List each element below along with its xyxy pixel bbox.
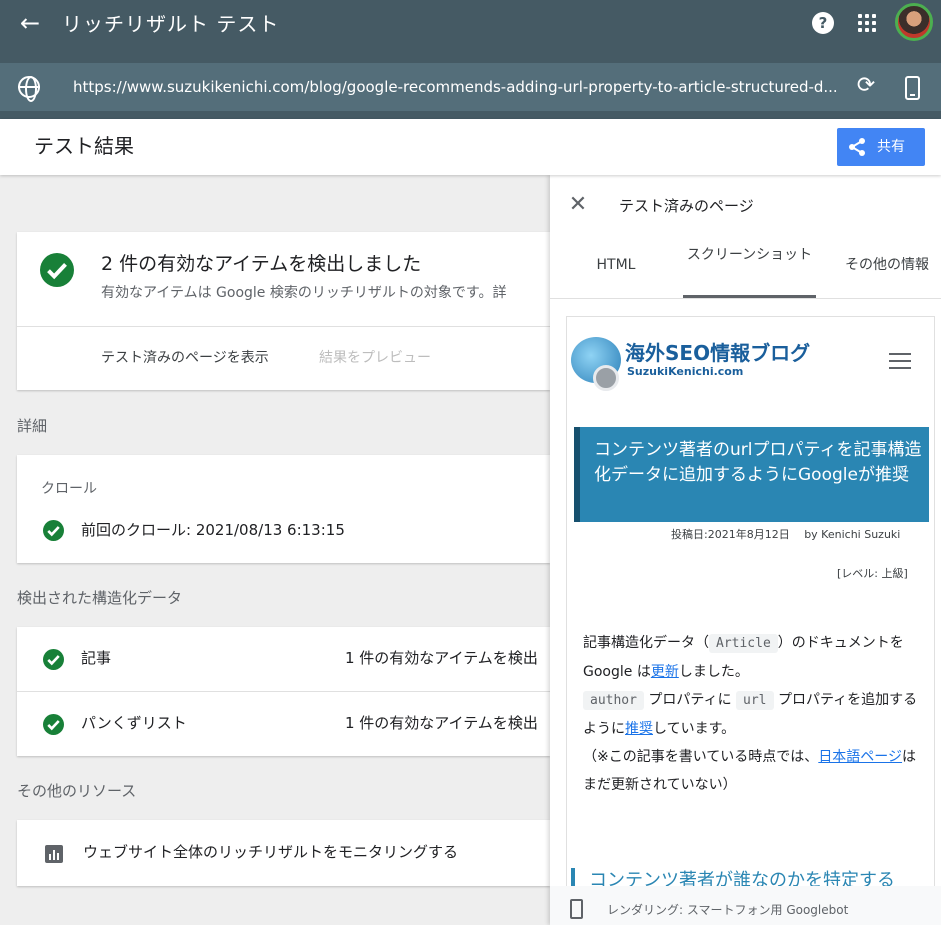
code-article: Article [709,634,778,653]
check-circle-icon [43,714,64,735]
structured-type-name: 記事 [81,649,112,667]
preview-results-button[interactable]: 結果をプレビュー [319,347,431,369]
link-recommend: 推奨 [625,721,653,737]
check-circle-icon [40,253,74,287]
smartphone-icon[interactable] [905,76,920,100]
tab-other-info[interactable]: その他の情報 [833,255,941,275]
article-body: 記事構造化データ（ Article ）のドキュメントを Google は更新しました… [583,634,918,793]
other-resources-label: その他のリソース [17,782,137,800]
results-header: テスト結果 共有 [0,119,941,175]
crawl-heading: クロール [41,481,97,497]
rendering-text: レンダリング: スマートフォン用 Googlebot [607,903,849,917]
rendering-info: レンダリング: スマートフォン用 Googlebot [550,886,941,925]
link-japanese-page: 日本語ページ [818,749,903,765]
panel-title: テスト済みのページ [619,197,754,215]
tested-url[interactable]: https://www.suzukikenichi.com/blog/googl… [73,77,843,97]
divider [17,326,550,327]
site-logo-title: 海外SEO情報ブログ [625,341,811,365]
summary-card: 2 件の有効なアイテムを検出しました 有効なアイテムは Google 検索のリッ… [17,232,550,390]
monitor-text: ウェブサイト全体のリッチリザルトをモニタリングする [83,843,459,861]
share-label: 共有 [877,139,905,155]
app-title: リッチリザルト テスト [62,12,280,36]
view-tested-page-button[interactable]: テスト済みのページを表示 [101,347,269,369]
monitor-rich-results-link[interactable]: ウェブサイト全体のリッチリザルトをモニタリングする [17,820,550,886]
tested-page-panel: ✕ テスト済みのページ HTML スクリーンショット その他の情報 海外SEO情… [550,175,941,925]
bar-chart-icon [45,845,63,863]
link-update: 更新 [650,664,679,680]
article-headline-banner: コンテンツ著者のurlプロパティを記事構造化データに追加するようにGoogleが… [574,427,929,522]
crawl-card: クロール 前回のクロール: 2021/08/13 6:13:15 [17,455,550,563]
tab-html[interactable]: HTML [568,255,664,275]
code-author: author [583,691,644,710]
check-circle-icon [43,520,64,541]
article-subheading: コンテンツ著者が誰なのかを特定する [571,868,934,886]
hamburger-menu-icon [889,353,911,369]
avatar[interactable] [895,3,933,41]
back-arrow-icon[interactable]: ← [17,10,43,36]
divider [550,298,941,299]
close-icon[interactable]: ✕ [568,194,588,216]
apps-grid-icon[interactable] [858,14,876,32]
last-crawl-text: 前回のクロール: 2021/08/13 6:13:15 [81,521,345,539]
structured-data-card: 記事 1 件の有効なアイテムを検出 パンくずリスト 1 件の有効なアイテムを検出 [17,627,550,756]
share-button[interactable]: 共有 [837,128,925,166]
help-icon[interactable]: ? [812,12,834,34]
page-screenshot[interactable]: 海外SEO情報ブログ SuzukiKenichi.com コンテンツ著者のurl… [566,316,935,887]
refresh-icon[interactable]: ⟳ [855,75,877,97]
site-logo-globe-icon [571,337,621,391]
url-bar: https://www.suzukikenichi.com/blog/googl… [0,63,941,111]
page-title: テスト結果 [34,134,134,158]
summary-title: 2 件の有効なアイテムを検出しました [101,253,422,275]
share-icon [849,138,865,156]
structured-data-label: 検出された構造化データ [17,589,183,607]
code-url: url [736,691,774,710]
structured-type-status: 1 件の有効なアイテムを検出 [345,649,538,667]
article-headline: コンテンツ著者のurlプロパティを記事構造化データに追加するようにGoogleが… [594,440,922,485]
tab-screenshot[interactable]: スクリーンショット [683,245,816,265]
smartphone-icon [570,899,583,919]
structured-row-article[interactable]: 記事 1 件の有効なアイテムを検出 [17,627,550,691]
summary-subtitle: 有効なアイテムは Google 検索のリッチリザルトの対象です。詳 [101,285,507,301]
structured-type-name: パンくずリスト [81,714,187,732]
check-circle-icon [43,649,64,670]
details-label: 詳細 [17,417,48,435]
globe-icon [18,76,40,102]
post-date: 投稿日:2021年8月12日 by Kenichi Suzuki [671,528,901,541]
article-level: [レベル: 上級] [837,567,908,580]
structured-row-breadcrumb[interactable]: パンくずリスト 1 件の有効なアイテムを検出 [17,692,550,756]
structured-type-status: 1 件の有効なアイテムを検出 [345,714,538,732]
site-logo-subtitle: SuzukiKenichi.com [627,365,744,378]
